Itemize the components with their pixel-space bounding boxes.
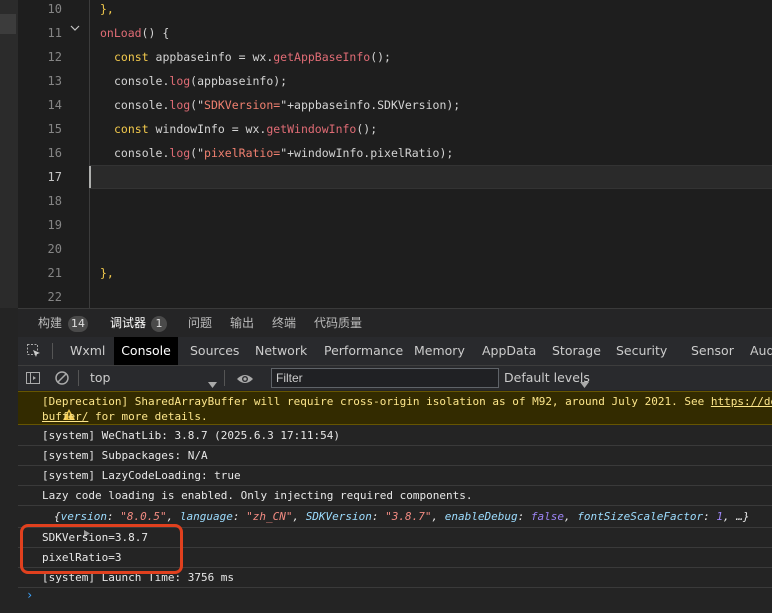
tab-build[interactable]: 构建 (38, 309, 62, 338)
log-levels-dropdown[interactable]: Default levels (504, 366, 590, 390)
tab-storage[interactable]: Storage (552, 337, 601, 365)
sidebar-toggle-icon[interactable] (25, 370, 41, 390)
indent-guide (89, 0, 90, 308)
code-line: const appbaseinfo = wx.getAppBaseInfo(); (114, 50, 391, 64)
live-expression-eye-icon[interactable] (236, 371, 254, 390)
console-output[interactable]: [Deprecation] SharedArrayBuffer will req… (18, 390, 772, 613)
code-line: }, (100, 2, 114, 16)
line-number: 15 (47, 122, 62, 136)
tab-console[interactable]: Console (114, 337, 178, 365)
code-line: onLoad() { (100, 26, 170, 40)
line-number: 22 (47, 290, 62, 304)
tab-terminal[interactable]: 终端 (272, 309, 296, 338)
console-warning-row: [Deprecation] SharedArrayBuffer will req… (18, 391, 772, 425)
text-cursor (89, 166, 91, 188)
divider (52, 343, 53, 359)
inspect-element-icon[interactable] (26, 343, 42, 359)
tab-sensor[interactable]: Sensor (691, 337, 734, 365)
line-number: 21 (47, 266, 62, 280)
current-line-highlight (90, 165, 772, 189)
tab-appdata[interactable]: AppData (482, 337, 536, 365)
tab-sources[interactable]: Sources (190, 337, 239, 365)
line-number: 16 (47, 146, 62, 160)
clear-console-icon[interactable] (54, 370, 70, 390)
code-line: }, (100, 266, 114, 280)
line-number: 14 (47, 98, 62, 112)
tab-debugger[interactable]: 调试器 (110, 309, 146, 338)
code-line: const windowInfo = wx.getWindowInfo(); (114, 122, 378, 136)
devtools-tab-bar: Wxml Console Sources Network Performance… (18, 337, 772, 366)
code-line: console.log("pixelRatio="+windowInfo.pix… (114, 146, 454, 160)
line-number: 10 (47, 2, 62, 16)
line-number: 20 (47, 242, 62, 256)
panel-tab-bar: 构建 14 调试器 1 问题 输出 终端 代码质量 (18, 308, 772, 338)
tab-network[interactable]: Network (255, 337, 307, 365)
tab-output[interactable]: 输出 (230, 309, 254, 338)
highlight-box (20, 524, 183, 574)
console-log-row: [system] WeChatLib: 3.8.7 (2025.6.3 17:1… (18, 426, 772, 446)
activity-strip (0, 0, 18, 308)
line-number: 18 (47, 194, 62, 208)
tab-audits[interactable]: Aud (750, 337, 772, 365)
activity-indicator (0, 14, 16, 34)
line-number: 12 (47, 50, 62, 64)
tab-memory[interactable]: Memory (414, 337, 465, 365)
code-line: console.log(appbaseinfo); (114, 74, 288, 88)
divider (224, 370, 225, 386)
tab-performance[interactable]: Performance (324, 337, 403, 365)
line-number-active: 17 (47, 170, 62, 184)
line-number: 13 (47, 74, 62, 88)
console-log-row: [system] Subpackages: N/A (18, 446, 772, 466)
debugger-count-badge: 1 (151, 316, 167, 332)
tab-code-quality[interactable]: 代码质量 (314, 309, 362, 338)
tab-security[interactable]: Security (616, 337, 667, 365)
divider (78, 370, 79, 386)
code-editor[interactable]: 10 11 12 13 14 15 16 17 18 19 20 21 22 }… (0, 0, 772, 308)
console-log-row: [system] LazyCodeLoading: true (18, 466, 772, 486)
console-prompt-icon[interactable]: › (26, 588, 33, 602)
console-toolbar: top Filter Default levels (18, 366, 772, 391)
context-selector[interactable]: top (90, 366, 110, 390)
code-line: console.log("SDKVersion="+appbaseinfo.SD… (114, 98, 461, 112)
docs-link-cont[interactable]: buffer/ (42, 410, 88, 423)
tab-problems[interactable]: 问题 (188, 309, 212, 338)
line-number: 19 (47, 218, 62, 232)
build-count-badge: 14 (68, 316, 88, 332)
line-number: 11 (47, 26, 62, 40)
tab-wxml[interactable]: Wxml (70, 337, 105, 365)
console-log-row: Lazy code loading is enabled. Only injec… (18, 486, 772, 506)
fold-chevron-icon[interactable] (70, 19, 80, 43)
docs-link[interactable]: https://de (711, 395, 772, 408)
filter-input[interactable]: Filter (271, 368, 499, 388)
